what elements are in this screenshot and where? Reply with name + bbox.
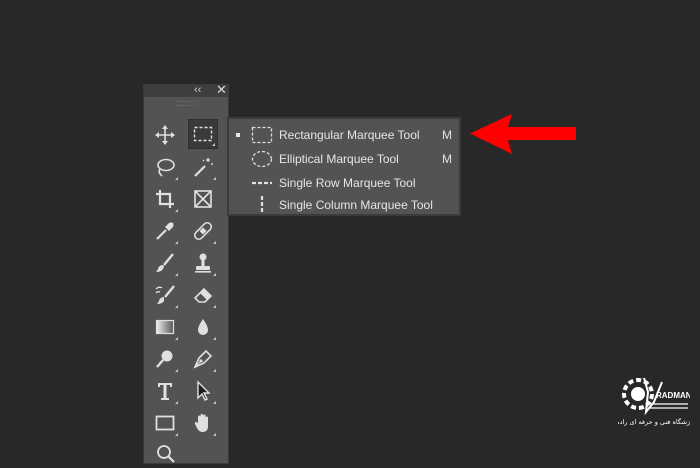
marquee-flyout-menu: Rectangular Marquee Tool M Elliptical Ma… <box>227 117 461 216</box>
magic-wand-tool[interactable] <box>188 152 218 182</box>
drop-icon <box>198 319 208 335</box>
history-brush-icon <box>155 285 175 304</box>
single-column-icon <box>260 196 264 214</box>
frame-tool[interactable] <box>188 184 218 214</box>
tools-panel: ‹‹ ✕ <box>143 83 229 464</box>
rectangular-marquee-tool[interactable] <box>188 119 218 149</box>
panel-grip[interactable] <box>176 101 196 106</box>
menu-item-label: Single Column Marquee Tool <box>279 198 433 212</box>
single-row-icon <box>252 181 272 185</box>
eraser-tool[interactable] <box>188 280 218 310</box>
rectangle-icon <box>155 415 175 431</box>
brush-tool[interactable] <box>150 248 180 278</box>
arrow-cursor-icon <box>197 380 211 401</box>
crop-icon <box>156 190 174 208</box>
svg-text:RADMAN: RADMAN <box>656 391 690 400</box>
eraser-icon <box>193 287 213 303</box>
bandage-icon <box>193 221 213 241</box>
history-brush-tool[interactable] <box>150 280 180 310</box>
menu-item-single-row-marquee[interactable]: Single Row Marquee Tool <box>229 172 459 194</box>
zoom-icon <box>157 445 175 463</box>
close-panel-button[interactable]: ✕ <box>216 83 227 97</box>
move-icon <box>155 125 175 145</box>
menu-item-shortcut: M <box>442 152 452 166</box>
lasso-tool[interactable] <box>150 152 180 182</box>
type-icon <box>158 383 172 400</box>
eyedropper-icon <box>156 222 174 240</box>
crop-tool[interactable] <box>150 184 180 214</box>
panel-header: ‹‹ ✕ <box>144 83 228 97</box>
collapse-panel-button[interactable]: ‹‹ <box>194 83 201 97</box>
rect-marquee-icon <box>251 126 273 144</box>
stamp-icon <box>195 253 211 273</box>
hand-tool[interactable] <box>188 408 218 438</box>
clone-stamp-tool[interactable] <box>188 248 218 278</box>
rect-marquee-icon <box>193 126 213 142</box>
healing-brush-tool[interactable] <box>188 216 218 246</box>
menu-item-elliptical-marquee[interactable]: Elliptical Marquee Tool M <box>229 148 459 170</box>
menu-item-label: Single Row Marquee Tool <box>279 176 416 190</box>
gradient-tool[interactable] <box>150 312 180 342</box>
selected-indicator <box>236 133 240 137</box>
frame-icon <box>194 190 212 208</box>
pen-icon <box>193 349 213 369</box>
rectangle-tool[interactable] <box>150 408 180 438</box>
menu-item-rectangular-marquee[interactable]: Rectangular Marquee Tool M <box>229 124 459 146</box>
radman-logo-icon: RADMAN آموزشگاه فنی و حرفه ای رادمان <box>618 377 690 426</box>
menu-item-single-column-marquee[interactable]: Single Column Marquee Tool <box>229 194 459 216</box>
brush-icon <box>156 253 174 272</box>
magic-wand-icon <box>194 158 213 177</box>
eyedropper-tool[interactable] <box>150 216 180 246</box>
zoom-tool[interactable] <box>150 438 180 468</box>
dodge-tool[interactable] <box>150 344 180 374</box>
ellipse-marquee-icon <box>251 150 273 168</box>
dodge-icon <box>156 350 173 368</box>
lasso-icon <box>157 158 175 177</box>
menu-item-label: Rectangular Marquee Tool <box>279 128 420 142</box>
gradient-icon <box>155 319 175 335</box>
pen-tool[interactable] <box>188 344 218 374</box>
menu-item-label: Elliptical Marquee Tool <box>279 152 399 166</box>
blur-tool[interactable] <box>188 312 218 342</box>
red-arrow-icon <box>470 114 576 154</box>
path-selection-tool[interactable] <box>188 376 218 406</box>
type-tool[interactable] <box>150 376 180 406</box>
svg-text:آموزشگاه فنی و حرفه ای رادمان: آموزشگاه فنی و حرفه ای رادمان <box>618 417 690 426</box>
menu-item-shortcut: M <box>442 128 452 142</box>
hand-icon <box>194 414 208 432</box>
move-tool[interactable] <box>150 120 180 150</box>
